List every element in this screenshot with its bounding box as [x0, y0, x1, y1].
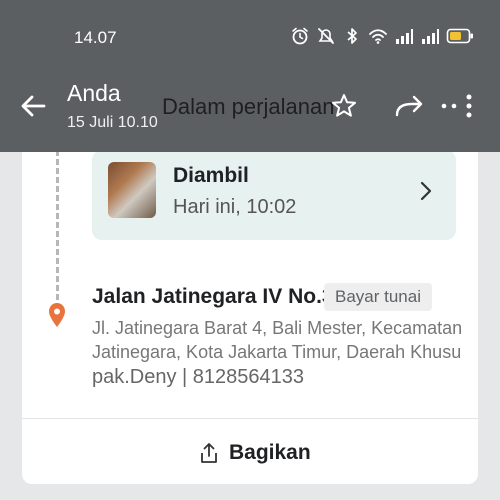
contact-info: pak.Deny | 8128564133	[92, 366, 305, 388]
top-app-bar: 14.07 Anda 15 Juli 10.10 Dalam perjalana…	[0, 0, 500, 152]
bluetooth-icon	[347, 28, 357, 44]
address-detail: Jl. Jatinegara Barat 4, Bali Mester, Kec…	[92, 316, 462, 364]
battery-icon	[446, 28, 473, 44]
mute-icon	[318, 28, 334, 44]
user-name: Anda	[67, 80, 121, 106]
status-time: Hari ini, 10:02	[173, 196, 297, 218]
address-line-1: Jl. Jatinegara Barat 4, Bali Mester, Kec…	[92, 318, 462, 338]
page-title: Dalam perjalanan	[162, 94, 335, 119]
share-label: Bagikan	[229, 441, 311, 464]
wifi-icon	[369, 29, 387, 44]
more-options-icon[interactable]	[440, 93, 474, 119]
star-icon[interactable]	[331, 93, 357, 119]
share-icon	[201, 443, 217, 463]
user-date: 15 Juli 10.10	[67, 114, 158, 131]
signal-icon	[396, 29, 413, 44]
address-title: Jalan Jatinegara IV No.3c	[92, 285, 346, 308]
forward-icon[interactable]	[394, 93, 424, 119]
signal-icon	[422, 29, 439, 44]
back-arrow-icon[interactable]	[18, 90, 50, 122]
share-button[interactable]: Bagikan	[199, 438, 311, 468]
alarm-icon	[292, 27, 308, 45]
status-bar-time: 14.07	[74, 28, 117, 47]
divider	[22, 418, 478, 419]
status-title: Diambil	[173, 164, 249, 187]
address-line-2: Jatinegara, Kota Jakarta Timur, Daerah K…	[92, 342, 462, 362]
chevron-right-icon[interactable]	[418, 180, 434, 202]
payment-badge: Bayar tunai	[324, 283, 432, 311]
route-dashed-line	[56, 150, 59, 300]
status-bar-icons	[290, 26, 474, 46]
parcel-thumbnail	[108, 162, 156, 218]
location-pin-icon	[49, 303, 65, 327]
